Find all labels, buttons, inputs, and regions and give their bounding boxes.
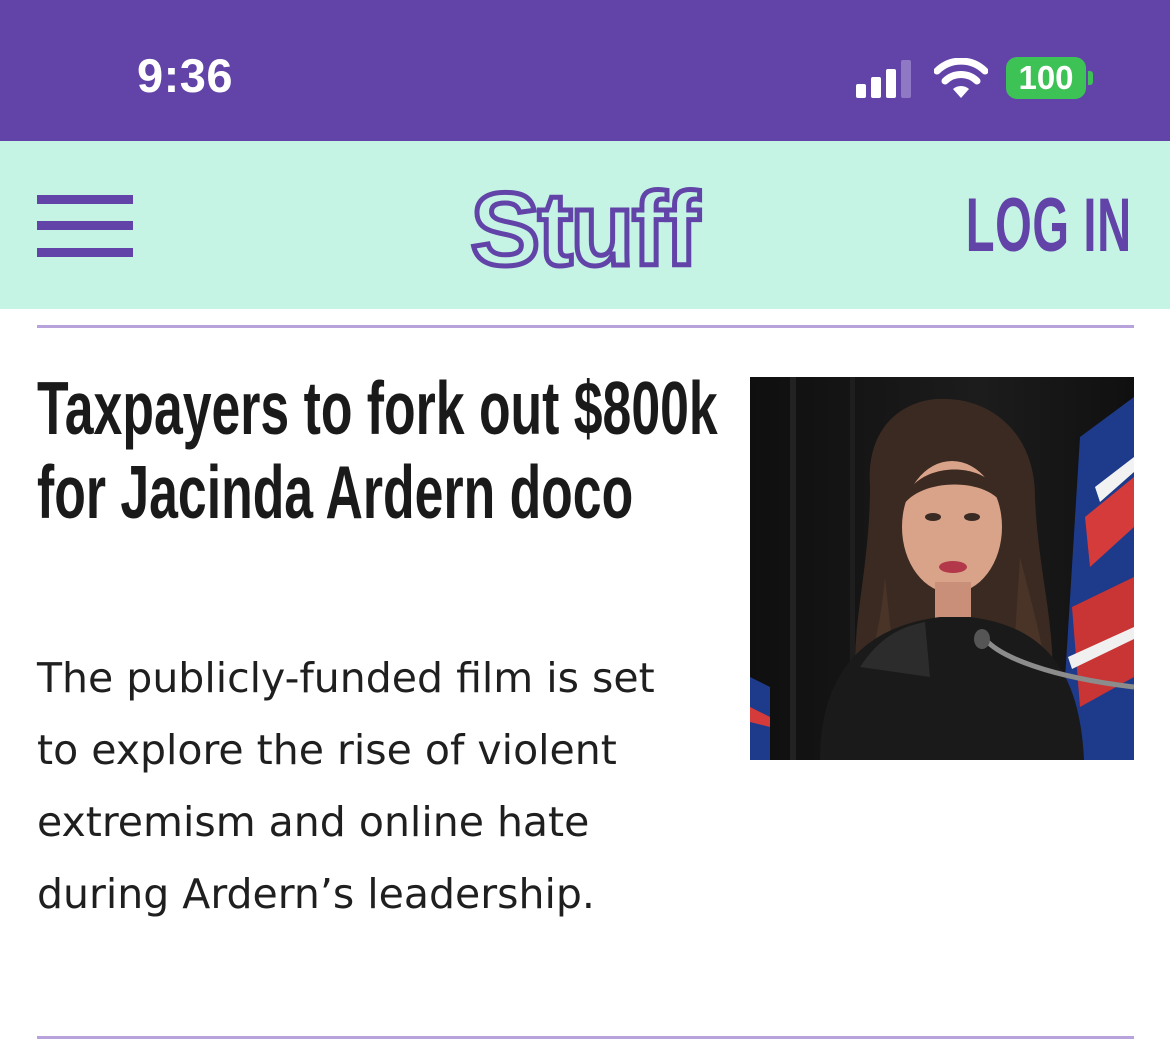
divider <box>37 325 1134 328</box>
article-thumbnail[interactable] <box>750 377 1134 760</box>
cellular-signal-icon <box>856 60 911 98</box>
battery-icon: 100 <box>1006 57 1096 99</box>
hamburger-menu-icon[interactable] <box>37 195 133 257</box>
battery-level: 100 <box>1018 59 1074 96</box>
menu-bar-line <box>37 248 133 257</box>
menu-bar-line <box>37 195 133 204</box>
app-header: Stuff LOG IN <box>0 141 1170 309</box>
article-card[interactable]: Taxpayers to fork out $800k for Jacinda … <box>0 330 1170 1030</box>
wifi-icon <box>934 58 988 98</box>
menu-bar-line <box>37 221 133 230</box>
status-bar: 9:36 100 <box>0 0 1170 141</box>
divider <box>37 1036 1134 1039</box>
article-summary: The publicly-funded film is set to explo… <box>37 654 655 918</box>
stuff-logo[interactable]: Stuff <box>448 177 720 273</box>
login-button[interactable]: LOG IN <box>966 181 1132 271</box>
article-headline[interactable]: Taxpayers to fork out $800k for Jacinda … <box>37 366 727 534</box>
status-time: 9:36 <box>137 49 234 102</box>
battery-cap <box>1088 71 1093 85</box>
logo-text: Stuff <box>471 177 700 273</box>
